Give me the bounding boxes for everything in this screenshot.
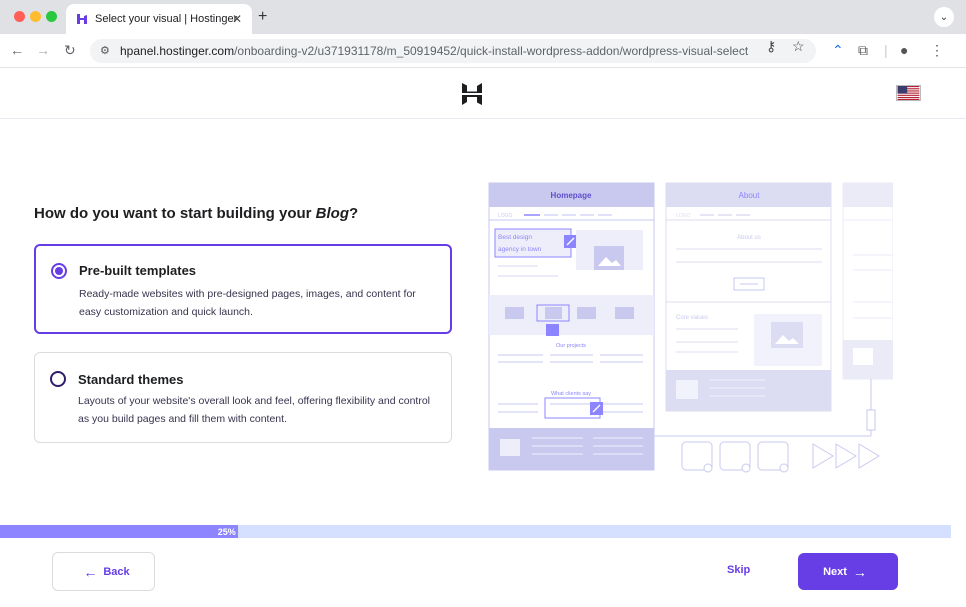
site-settings-icon[interactable]: ⚙ — [100, 44, 110, 57]
url-host: hpanel.hostinger.com — [120, 44, 235, 58]
url-path: /onboarding-v2/u371931178/m_50919452/qui… — [234, 44, 749, 58]
browser-toolbar: ← → ↻ ⚙ hpanel.hostinger.com/onboarding-… — [0, 34, 966, 68]
progress-bar: 25% — [0, 525, 951, 538]
homepage-section-projects: Our projects — [556, 343, 586, 349]
profile-icon[interactable]: ● — [900, 42, 908, 58]
us-flag-icon[interactable] — [896, 85, 921, 101]
question-mark: ? — [348, 205, 359, 222]
question-text: How do you want to start building your — [34, 205, 316, 222]
about-core-values: Core values — [676, 315, 708, 321]
skip-button[interactable]: Skip — [727, 564, 750, 576]
site-header — [0, 68, 966, 119]
about-mockup: About LOGO About us Core values — [665, 182, 832, 412]
option-prebuilt-templates[interactable]: Pre-built templates Ready-made websites … — [34, 244, 452, 334]
homepage-mockup: Homepage LOGO Best design agency in town… — [488, 182, 655, 471]
star-icon[interactable]: ☆ — [792, 38, 805, 55]
tab-search-icon[interactable]: ⌄ — [934, 7, 954, 27]
back-button[interactable]: ← Back — [52, 552, 155, 591]
standard-themes-radio[interactable] — [50, 371, 66, 387]
standard-themes-description: Layouts of your website's overall look a… — [78, 395, 431, 425]
prebuilt-templates-description: Ready-made websites with pre-designed pa… — [79, 288, 416, 318]
next-button[interactable]: Next → — [798, 553, 898, 590]
hostinger-favicon-icon — [77, 14, 87, 24]
page-question: How do you want to start building your B… — [34, 205, 358, 222]
minimize-window-button[interactable] — [30, 11, 41, 22]
prebuilt-templates-radio[interactable] — [51, 263, 67, 279]
third-page-mockup — [842, 182, 893, 380]
about-logo-text: LOGO — [676, 213, 691, 219]
browser-tab[interactable]: Select your visual | Hostinger ✕ — [66, 4, 252, 34]
address-bar[interactable]: ⚙ hpanel.hostinger.com/onboarding-v2/u37… — [90, 39, 816, 63]
tab-close-icon[interactable]: ✕ — [232, 12, 242, 26]
arrow-left-icon: ← — [83, 563, 98, 580]
browser-tab-bar: Select your visual | Hostinger ✕ + ⌄ — [0, 0, 966, 34]
close-window-button[interactable] — [14, 11, 25, 22]
homepage-section-testimonials: What clients say — [551, 391, 591, 397]
password-key-icon[interactable]: ⚷ — [766, 38, 776, 55]
standard-themes-title: Standard themes — [78, 372, 184, 387]
tab-title: Select your visual | Hostinger — [95, 13, 238, 25]
new-tab-button[interactable]: + — [258, 8, 267, 26]
about-heading: About us — [737, 235, 761, 241]
menu-icon[interactable]: ⋮ — [930, 42, 944, 59]
back-button-label: Back — [103, 565, 130, 578]
homepage-headline-2: agency in town — [498, 246, 542, 253]
toolbar-divider: | — [884, 42, 888, 58]
maximize-window-button[interactable] — [46, 11, 57, 22]
reload-icon[interactable]: ↻ — [64, 42, 76, 59]
forward-arrow-icon[interactable]: → — [36, 42, 50, 58]
option-standard-themes[interactable]: Standard themes Layouts of your website'… — [34, 352, 452, 443]
puzzle-icon[interactable]: ⧉ — [858, 42, 868, 59]
prebuilt-templates-title: Pre-built templates — [79, 263, 197, 278]
extension-icon[interactable]: ⌃ — [832, 42, 844, 59]
next-button-label: Next — [823, 565, 847, 578]
back-arrow-icon[interactable]: ← — [10, 42, 24, 58]
arrow-right-icon: → — [852, 563, 867, 580]
homepage-title: Homepage — [551, 191, 592, 200]
templates-illustration: Homepage LOGO Best design agency in town… — [488, 182, 893, 473]
homepage-headline-1: Best design — [498, 234, 532, 241]
progress-label: 25% — [217, 526, 236, 537]
homepage-logo-text: LOGO — [498, 213, 513, 219]
question-website-type: Blog — [315, 205, 349, 222]
hostinger-logo-icon[interactable] — [461, 83, 483, 105]
progress-fill: 25% — [0, 525, 238, 538]
about-title: About — [739, 191, 761, 200]
